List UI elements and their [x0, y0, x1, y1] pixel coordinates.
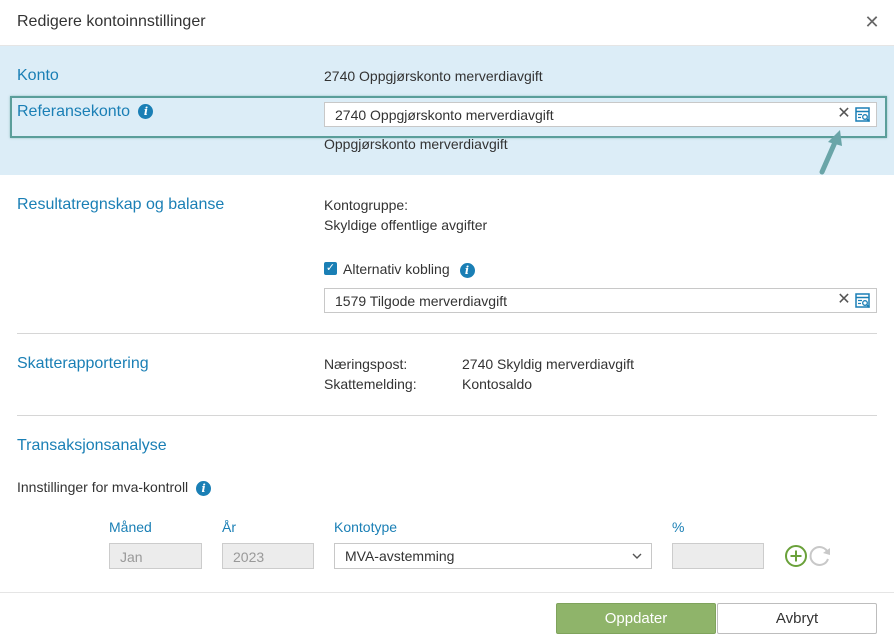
konto-label: Konto	[17, 67, 59, 84]
naeringspost-key: Næringspost:	[324, 356, 408, 372]
alternativ-input-value: 1579 Tilgode merverdiavgift	[335, 293, 507, 309]
skattemelding-key: Skattemelding:	[324, 376, 417, 392]
alternativ-checkbox[interactable]: ✓	[324, 262, 337, 275]
cancel-button[interactable]: Avbryt	[717, 603, 877, 634]
referansekonto-label-text: Referansekonto	[17, 103, 130, 120]
info-icon[interactable]: i	[138, 104, 154, 120]
alternativ-input[interactable]: 1579 Tilgode merverdiavgift ✕	[324, 288, 877, 313]
aar-field: 2023	[222, 543, 314, 569]
kontogruppe-link[interactable]: Skyldige offentlige avgifter	[324, 217, 487, 233]
maaned-value: Jan	[120, 549, 143, 565]
dialog-header: Redigere kontoinnstillinger ✕	[0, 0, 894, 46]
transaksjon-label: Transaksjonsanalyse	[17, 437, 167, 454]
mva-label: Innstillinger for mva-kontroll i	[17, 479, 212, 496]
prosent-field	[672, 543, 764, 569]
aar-value: 2023	[233, 549, 265, 565]
lookup-icon[interactable]	[855, 293, 871, 309]
naeringspost-value: 2740 Skyldig merverdiavgift	[462, 356, 634, 372]
col-maaned: Måned	[109, 519, 152, 535]
col-prosent: %	[672, 519, 685, 535]
referansekonto-input[interactable]: 2740 Oppgjørskonto merverdiavgift ✕	[324, 102, 877, 127]
resultat-label: Resultatregnskap og balanse	[17, 196, 225, 213]
info-icon[interactable]: i	[196, 480, 212, 496]
add-icon[interactable]	[784, 544, 808, 568]
close-icon[interactable]: ✕	[862, 12, 882, 32]
dialog-title: Redigere kontoinnstillinger	[17, 13, 206, 30]
kontogruppe-label: Kontogruppe:	[324, 197, 409, 213]
pointer-arrow-icon	[819, 130, 842, 175]
refresh-icon[interactable]	[808, 544, 832, 568]
clear-icon[interactable]: ✕	[837, 291, 851, 309]
update-button[interactable]: Oppdater	[556, 603, 716, 634]
referansekonto-input-value: 2740 Oppgjørskonto merverdiavgift	[335, 107, 554, 123]
col-aar: År	[222, 519, 236, 535]
referansekonto-label: Referansekonto i	[17, 103, 154, 121]
lookup-icon[interactable]	[855, 107, 871, 123]
maaned-field: Jan	[109, 543, 202, 569]
divider	[17, 415, 877, 416]
skatt-label: Skatterapportering	[17, 355, 149, 372]
chevron-down-icon	[632, 553, 642, 559]
footer-divider	[0, 592, 894, 593]
alternativ-label-text: Alternativ kobling	[343, 261, 450, 277]
mva-label-text: Innstillinger for mva-kontroll	[17, 479, 189, 495]
referansekonto-description: Oppgjørskonto merverdiavgift	[324, 136, 508, 152]
alternativ-label: Alternativ kobling i	[343, 261, 475, 278]
kontotype-value: MVA-avstemming	[345, 548, 455, 564]
info-icon[interactable]: i	[459, 262, 475, 278]
clear-icon[interactable]: ✕	[837, 105, 851, 123]
col-kontotype: Kontotype	[334, 519, 398, 535]
konto-value: 2740 Oppgjørskonto merverdiavgift	[324, 68, 543, 84]
kontotype-select[interactable]: MVA-avstemming	[334, 543, 652, 569]
skattemelding-value: Kontosaldo	[462, 376, 533, 392]
divider	[17, 333, 877, 334]
